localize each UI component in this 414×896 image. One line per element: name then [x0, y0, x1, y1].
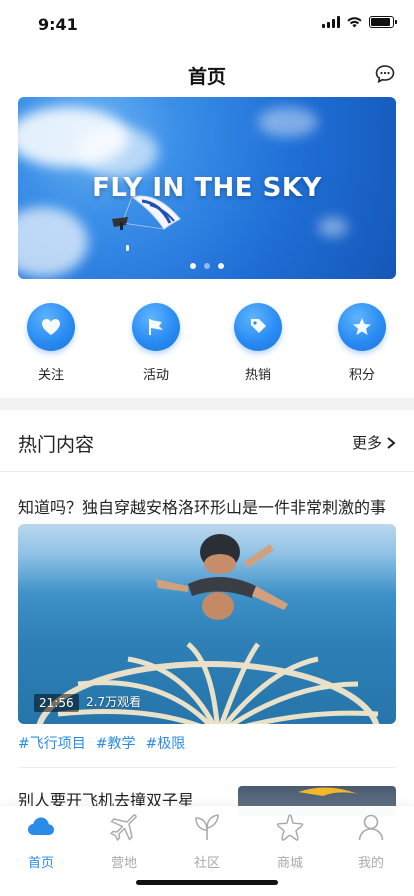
- quick-menu-label: 关注: [37, 368, 64, 383]
- article-video-thumbnail[interactable]: 21:56 2.7万观看: [18, 524, 396, 724]
- tab-profile[interactable]: 我的: [341, 812, 401, 871]
- video-duration: 21:56: [34, 694, 79, 712]
- cellular-signal-icon: [322, 16, 340, 28]
- wifi-icon: [347, 17, 362, 28]
- carousel-dot[interactable]: [218, 263, 224, 269]
- starfish-icon: [276, 814, 304, 841]
- section-title: 热门内容: [18, 434, 95, 456]
- hot-content-header: 热门内容 更多: [0, 410, 414, 472]
- tab-label: 我的: [357, 856, 384, 871]
- quick-menu-label: 积分: [348, 368, 375, 383]
- article-tags: #飞行项目 #教学 #极限: [18, 733, 185, 753]
- airplane-icon: [110, 814, 137, 841]
- quick-menu-hot-sale[interactable]: 热销: [223, 303, 293, 383]
- skydivers-illustration: [156, 534, 288, 620]
- banner-headline: FLY IN THE SKY: [92, 173, 322, 203]
- section-divider: [0, 398, 414, 410]
- quick-menu-points[interactable]: 积分: [327, 303, 397, 383]
- tab-label: 社区: [193, 856, 220, 871]
- tag-link[interactable]: #极限: [145, 733, 185, 753]
- carousel-indicator: [18, 263, 396, 269]
- chat-bubble-icon[interactable]: [374, 63, 396, 85]
- quick-menu-label: 活动: [142, 368, 169, 383]
- person-icon: [358, 814, 384, 841]
- tag-link[interactable]: #教学: [96, 733, 136, 753]
- tab-shop[interactable]: 商城: [260, 812, 320, 871]
- more-label: 更多: [351, 434, 382, 452]
- cloud-icon: [28, 817, 54, 835]
- tab-label: 商城: [276, 856, 303, 871]
- quick-menu-follow[interactable]: 关注: [16, 303, 86, 383]
- carousel-dot[interactable]: [190, 263, 196, 269]
- price-tag-icon: [234, 303, 282, 351]
- quick-menu-activity[interactable]: 活动: [121, 303, 191, 383]
- nav-bar: 首页: [0, 54, 414, 94]
- star-icon: [338, 303, 386, 351]
- sprout-icon: [195, 814, 219, 840]
- tab-label: 首页: [27, 856, 54, 871]
- quick-menu: 关注 活动 热销 积分: [0, 303, 414, 387]
- tab-camp[interactable]: 营地: [94, 812, 154, 871]
- tag-link[interactable]: #飞行项目: [18, 733, 86, 753]
- chevron-right-icon: [387, 436, 396, 449]
- more-link[interactable]: 更多: [352, 432, 396, 453]
- flag-icon: [132, 303, 180, 351]
- quick-menu-label: 热销: [244, 368, 271, 383]
- heart-icon: [27, 303, 75, 351]
- article-divider: [18, 767, 396, 768]
- article-title[interactable]: 知道吗？独自穿越安格洛环形山是一件非常刺激的事: [18, 494, 398, 518]
- carousel-dot[interactable]: [204, 263, 210, 269]
- tab-home[interactable]: 首页: [11, 812, 71, 871]
- view-count: 2.7万观看: [86, 695, 142, 709]
- home-indicator[interactable]: [136, 880, 278, 885]
- status-time: 9:41: [38, 15, 78, 34]
- status-bar: 9:41: [0, 0, 414, 50]
- battery-icon: [369, 16, 397, 28]
- tab-community[interactable]: 社区: [177, 812, 237, 871]
- page-title: 首页: [187, 66, 226, 88]
- promo-banner[interactable]: FLY IN THE SKY: [18, 97, 396, 279]
- status-icons: [322, 16, 397, 28]
- tab-label: 营地: [110, 856, 137, 871]
